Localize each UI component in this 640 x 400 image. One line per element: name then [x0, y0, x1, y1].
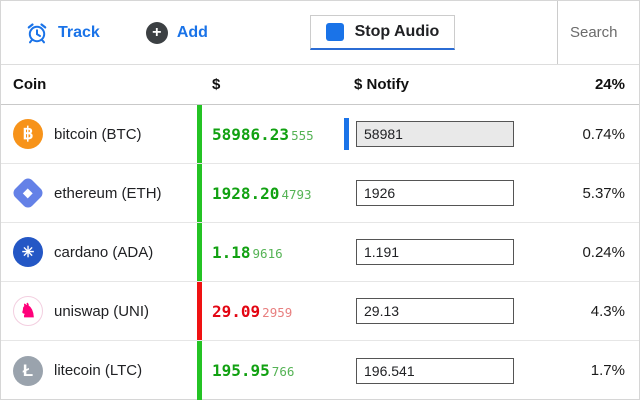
- notify-cell: [342, 341, 532, 400]
- price-frac: 766: [272, 364, 295, 379]
- header-notify: $ Notify: [342, 76, 532, 93]
- header-change: 24%: [532, 76, 639, 93]
- coin-name: ethereum (ETH): [54, 185, 162, 202]
- notify-input[interactable]: [356, 121, 514, 147]
- coin-name: uniswap (UNI): [54, 303, 149, 320]
- price-frac: 9616: [253, 246, 283, 261]
- change-value: 4.3%: [532, 303, 639, 320]
- price-main: 29.09: [212, 302, 260, 321]
- price-main: 1.18: [212, 243, 251, 262]
- table-row: ♞ uniswap (UNI) 29.092959 4.3%: [1, 282, 639, 341]
- price-frac: 555: [291, 128, 314, 143]
- notify-cell: [342, 223, 532, 281]
- coin-cell: ฿ bitcoin (BTC): [1, 119, 197, 149]
- alarm-clock-icon: [25, 21, 49, 45]
- price-frac: 2959: [262, 305, 292, 320]
- crypto-tracker-popup: Track + Add Stop Audio Coin $ $ Notify 2…: [0, 0, 640, 400]
- coin-name: cardano (ADA): [54, 244, 153, 261]
- selected-indicator: [344, 118, 349, 150]
- coin-cell: Ł litecoin (LTC): [1, 356, 197, 386]
- coin-cell: ✳ cardano (ADA): [1, 237, 197, 267]
- toolbar: Track + Add Stop Audio: [1, 1, 639, 65]
- plus-icon: +: [146, 22, 168, 44]
- table-row: ฿ bitcoin (BTC) 58986.23555 0.74%: [1, 105, 639, 164]
- litecoin-icon: Ł: [13, 356, 43, 386]
- add-label: Add: [177, 24, 208, 42]
- coin-name: litecoin (LTC): [54, 362, 142, 379]
- notify-input[interactable]: [356, 239, 514, 265]
- notify-input[interactable]: [356, 358, 514, 384]
- ethereum-icon: ◆: [11, 176, 45, 210]
- bitcoin-icon: ฿: [13, 119, 43, 149]
- header-coin: Coin: [1, 76, 197, 93]
- table-header-row: Coin $ $ Notify 24%: [1, 65, 639, 105]
- price-value: 1928.204793: [202, 184, 342, 203]
- header-price: $: [202, 76, 342, 93]
- coin-cell: ♞ uniswap (UNI): [1, 296, 197, 326]
- notify-cell: [342, 105, 532, 163]
- uniswap-icon: ♞: [13, 296, 43, 326]
- stop-audio-button[interactable]: Stop Audio: [310, 15, 456, 50]
- price-main: 195.95: [212, 361, 270, 380]
- notify-input[interactable]: [356, 180, 514, 206]
- table-row: ✳ cardano (ADA) 1.189616 0.24%: [1, 223, 639, 282]
- price-value: 1.189616: [202, 243, 342, 262]
- stop-square-icon: [326, 23, 344, 41]
- table-row: ◆ ethereum (ETH) 1928.204793 5.37%: [1, 164, 639, 223]
- notify-input[interactable]: [356, 298, 514, 324]
- price-value: 29.092959: [202, 302, 342, 321]
- price-frac: 4793: [281, 187, 311, 202]
- price-value: 58986.23555: [202, 125, 342, 144]
- search-input[interactable]: [557, 1, 639, 64]
- price-main: 58986.23: [212, 125, 289, 144]
- cardano-icon: ✳: [13, 237, 43, 267]
- add-button[interactable]: + Add: [146, 22, 208, 44]
- track-label: Track: [58, 24, 100, 42]
- notify-cell: [342, 164, 532, 222]
- change-value: 5.37%: [532, 185, 639, 202]
- change-value: 0.24%: [532, 244, 639, 261]
- change-value: 0.74%: [532, 126, 639, 143]
- coin-name: bitcoin (BTC): [54, 126, 142, 143]
- table-row: Ł litecoin (LTC) 195.95766 1.7%: [1, 341, 639, 400]
- change-value: 1.7%: [532, 362, 639, 379]
- price-main: 1928.20: [212, 184, 279, 203]
- price-value: 195.95766: [202, 361, 342, 380]
- track-button[interactable]: Track: [25, 21, 100, 45]
- coin-cell: ◆ ethereum (ETH): [1, 181, 197, 205]
- stop-audio-label: Stop Audio: [355, 23, 440, 41]
- notify-cell: [342, 282, 532, 340]
